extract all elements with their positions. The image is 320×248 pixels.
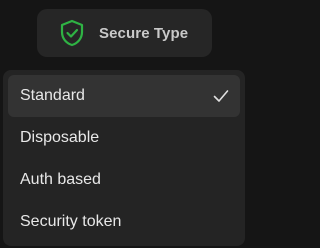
secure-type-label: Secure Type <box>99 24 189 42</box>
shield-check-icon <box>58 19 86 47</box>
option-disposable[interactable]: Disposable <box>8 117 240 159</box>
option-label: Standard <box>20 87 85 104</box>
option-label: Disposable <box>20 129 100 146</box>
option-standard[interactable]: Standard <box>8 75 240 117</box>
option-security-token[interactable]: Security token <box>8 201 240 243</box>
option-label: Auth based <box>20 171 101 188</box>
secure-type-dropdown: Standard Disposable Auth based Security … <box>3 70 245 246</box>
option-auth-based[interactable]: Auth based <box>8 159 240 201</box>
checkmark-icon <box>212 87 230 105</box>
option-label: Security token <box>20 213 122 230</box>
secure-type-button[interactable]: Secure Type <box>37 9 212 57</box>
